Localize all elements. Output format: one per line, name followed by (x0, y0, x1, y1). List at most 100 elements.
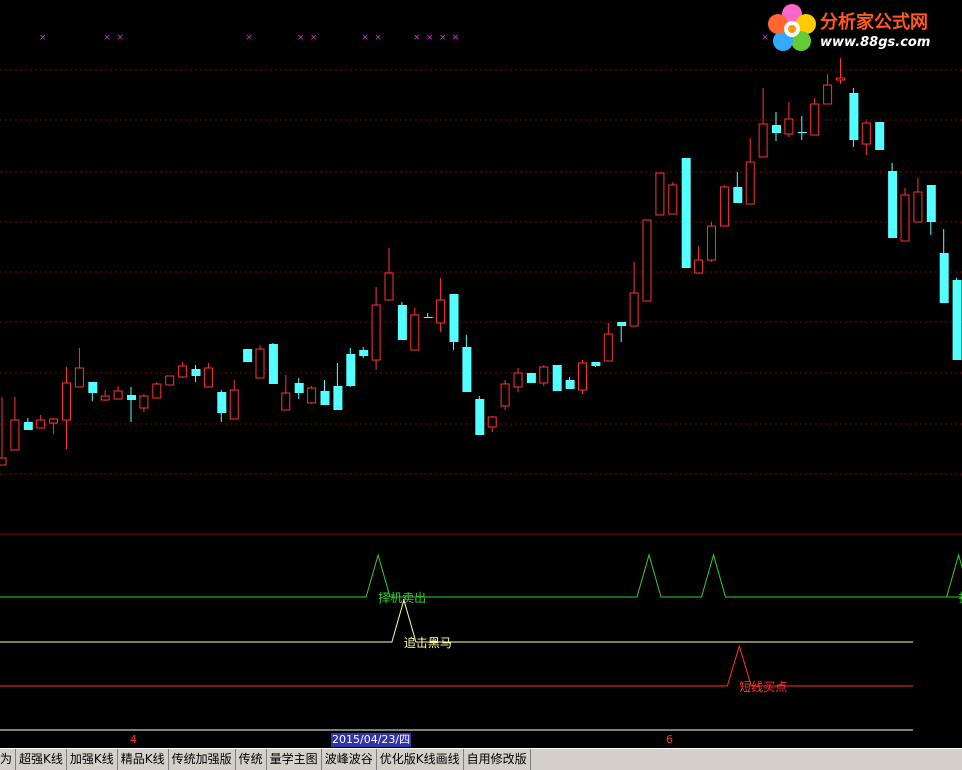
candle (475, 396, 485, 435)
candle (526, 373, 536, 383)
candle-body (217, 392, 227, 413)
candle (603, 323, 613, 362)
candle (758, 88, 768, 158)
candle (384, 248, 394, 301)
candle-body (152, 383, 162, 399)
candle-body (694, 259, 704, 274)
candle (565, 377, 575, 389)
candle-body (333, 386, 343, 410)
candle-body (384, 272, 394, 301)
time-axis: 4 2015/04/23/四 6 (0, 733, 962, 748)
candle-body (113, 390, 123, 400)
tab-optimized-kline-drawing[interactable]: 优化版K线画线 (377, 749, 464, 770)
candle-body (875, 122, 885, 150)
tab-wei[interactable]: 为 (0, 749, 17, 770)
tab-traditional-enhanced[interactable]: 传统加强版 (169, 749, 236, 770)
tab-custom-modified[interactable]: 自用修改版 (464, 749, 531, 770)
tab-enhanced-kline[interactable]: 加强K线 (67, 749, 118, 770)
candle (733, 172, 743, 203)
candle (513, 368, 523, 392)
candle-body (707, 225, 716, 261)
sell-signal-label: 择机卖出 (959, 591, 962, 605)
candle (307, 386, 317, 404)
candle (810, 98, 820, 136)
candle-body (952, 280, 962, 360)
candle (578, 360, 587, 394)
axis-cursor-date: 2015/04/23/四 (331, 733, 412, 747)
candle (487, 416, 497, 432)
candle-body (294, 383, 304, 393)
candle-body (797, 132, 807, 133)
candle-body (127, 395, 136, 400)
candles (0, 58, 962, 466)
candlestick-chart[interactable]: × × × × × × × × × × × × × (0, 0, 962, 535)
candle (784, 102, 794, 137)
readout-value-2: : 15.00 (22, 536, 61, 549)
candle-body (165, 375, 175, 386)
axis-tick-6: 6 (666, 733, 673, 746)
candle (939, 229, 949, 303)
candle (745, 138, 755, 205)
sell-marker: × (452, 33, 460, 43)
readout-value-1: 00 (0, 536, 14, 549)
candle-body (591, 362, 601, 366)
candle (823, 74, 833, 105)
tab-super-kline[interactable]: 超强K线 (16, 749, 67, 770)
sell-marker: × (103, 33, 111, 43)
candle (371, 287, 381, 370)
candle-body (500, 383, 510, 407)
candle-body (74, 367, 84, 388)
short-buy-label: 短线买点 (739, 680, 787, 694)
tab-traditional[interactable]: 传统 (236, 749, 267, 770)
candle (681, 158, 691, 268)
candle-body (475, 399, 485, 435)
candle (229, 380, 239, 420)
candle (500, 380, 510, 410)
candle-body (733, 187, 743, 203)
sell-marker: × (310, 33, 318, 43)
sell-marker: × (116, 33, 124, 43)
candle (127, 387, 136, 422)
candle-body (861, 122, 871, 145)
candle-body (191, 369, 201, 376)
candle-body (423, 317, 433, 318)
candle (539, 365, 549, 386)
sell-marker: × (297, 33, 305, 43)
candle-body (449, 294, 459, 342)
candle-body (243, 349, 253, 362)
sell-marker: × (245, 33, 253, 43)
candle (642, 219, 652, 302)
candle-body (526, 373, 536, 383)
candle-body (229, 389, 239, 420)
indicator-panel[interactable]: 择机卖出 择机卖出追击黑马短线买点 (0, 535, 962, 733)
candle-body (888, 171, 898, 238)
candle (591, 362, 601, 367)
sell-marker: × (413, 33, 421, 43)
candle (617, 322, 627, 342)
candle-body (36, 419, 46, 429)
candle (397, 302, 407, 340)
candle (100, 390, 110, 401)
candle (436, 278, 446, 332)
candle-body (255, 348, 265, 379)
candle (707, 222, 716, 262)
candle (359, 347, 369, 358)
candle (861, 121, 871, 155)
readout-value-3: : 76.00 (72, 536, 111, 549)
dark-horse-line (0, 598, 913, 643)
sell-signal-label: 择机卖出 (378, 591, 426, 605)
candle (268, 343, 278, 384)
candle-body (745, 161, 755, 205)
candle (178, 362, 188, 378)
candle-body (320, 391, 330, 405)
candle (913, 178, 923, 223)
candle-body (203, 367, 213, 388)
candle-body (629, 292, 639, 327)
tab-premium-kline[interactable]: 精品K线 (118, 749, 169, 770)
candle-body (784, 118, 794, 135)
tab-peak-trough[interactable]: 波峰波谷 (322, 749, 377, 770)
candle-body (410, 314, 420, 351)
sell-marker: × (39, 33, 47, 43)
candle (875, 122, 885, 150)
tab-volume-main[interactable]: 量学主图 (267, 749, 322, 770)
